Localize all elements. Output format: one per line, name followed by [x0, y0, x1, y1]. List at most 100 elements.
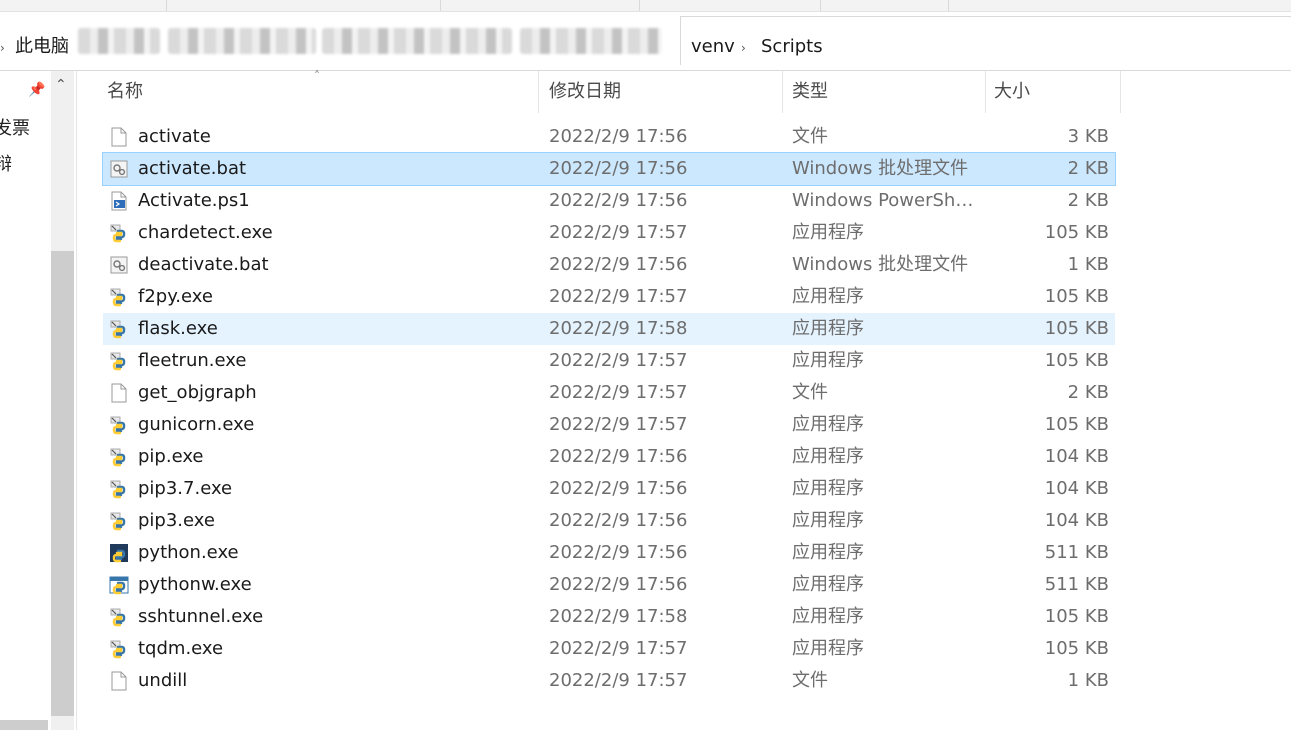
file-row[interactable]: flask.exe 2022/2/9 17:58 应用程序 105 KB: [103, 313, 1115, 345]
breadcrumb-scripts[interactable]: Scripts: [761, 38, 823, 56]
file-modified-date: 2022/2/9 17:56: [549, 478, 688, 499]
file-type: 文件: [792, 382, 828, 403]
file-row[interactable]: deactivate.bat 2022/2/9 17:56 Windows 批处理文…: [103, 249, 1115, 281]
file-row[interactable]: python.exe 2022/2/9 17:56 应用程序 511 KB: [103, 537, 1115, 569]
file-modified-date: 2022/2/9 17:56: [549, 190, 688, 211]
nav-scrollbar-thumb[interactable]: [51, 251, 74, 716]
file-type: Windows 批处理文件: [792, 158, 969, 179]
ribbon-divider: [820, 0, 821, 11]
python-launcher-icon: [109, 447, 129, 467]
file-row[interactable]: tqdm.exe 2022/2/9 17:57 应用程序 105 KB: [103, 633, 1115, 665]
python-launcher-icon: [109, 351, 129, 371]
file-type: Windows PowerShe...: [792, 190, 982, 211]
file-row[interactable]: activate 2022/2/9 17:56 文件 3 KB: [103, 121, 1115, 153]
file-type: 应用程序: [792, 350, 864, 371]
breadcrumb-venv[interactable]: venv: [691, 38, 735, 56]
file-modified-date: 2022/2/9 17:57: [549, 414, 688, 435]
file-modified-date: 2022/2/9 17:58: [549, 318, 688, 339]
file-name: flask.exe: [138, 318, 218, 339]
file-modified-date: 2022/2/9 17:57: [549, 638, 688, 659]
file-size: 2 KB: [1067, 382, 1109, 403]
python-launcher-icon: [109, 287, 129, 307]
file-modified-date: 2022/2/9 17:56: [549, 574, 688, 595]
file-type: 文件: [792, 126, 828, 147]
redacted-path: [520, 28, 662, 54]
file-type: 文件: [792, 670, 828, 691]
file-row[interactable]: chardetect.exe 2022/2/9 17:57 应用程序 105 KB: [103, 217, 1115, 249]
file-row[interactable]: fleetrun.exe 2022/2/9 17:57 应用程序 105 KB: [103, 345, 1115, 377]
file-row[interactable]: gunicorn.exe 2022/2/9 17:57 应用程序 105 KB: [103, 409, 1115, 441]
blank-file-icon: [109, 671, 129, 691]
file-name: python.exe: [138, 542, 239, 563]
file-row[interactable]: Activate.ps1 2022/2/9 17:56 Windows PowerS…: [103, 185, 1115, 217]
column-header-size[interactable]: 大小: [994, 71, 1030, 113]
file-type: 应用程序: [792, 606, 864, 627]
sort-ascending-icon: ˄: [314, 69, 320, 83]
breadcrumb-chevron-icon[interactable]: ›: [0, 41, 5, 55]
python-launcher-icon: [109, 639, 129, 659]
file-modified-date: 2022/2/9 17:56: [549, 446, 688, 467]
nav-item-partial[interactable]: 辩: [0, 150, 12, 176]
file-name: undill: [138, 670, 188, 691]
redacted-path: [322, 28, 512, 54]
nav-horizontal-scrollbar-thumb[interactable]: [0, 720, 48, 730]
file-size: 511 KB: [1044, 574, 1109, 595]
column-divider[interactable]: [985, 71, 986, 113]
file-type: 应用程序: [792, 318, 864, 339]
file-modified-date: 2022/2/9 17:56: [549, 158, 688, 179]
file-row[interactable]: pip.exe 2022/2/9 17:56 应用程序 104 KB: [103, 441, 1115, 473]
scroll-up-icon[interactable]: ⌃: [55, 77, 67, 93]
column-header-name[interactable]: 名称: [107, 71, 143, 113]
file-name: fleetrun.exe: [138, 350, 247, 371]
address-bar[interactable]: › 此电脑 venv › Scripts: [0, 12, 1291, 68]
file-modified-date: 2022/2/9 17:57: [549, 286, 688, 307]
file-row[interactable]: pip3.exe 2022/2/9 17:56 应用程序 104 KB: [103, 505, 1115, 537]
column-divider[interactable]: [1120, 71, 1121, 113]
file-name: activate: [138, 126, 211, 147]
python-console-icon: [109, 543, 129, 563]
file-type: 应用程序: [792, 638, 864, 659]
file-row[interactable]: undill 2022/2/9 17:57 文件 1 KB: [103, 665, 1115, 697]
column-divider[interactable]: [782, 71, 783, 113]
file-name: pip3.7.exe: [138, 478, 233, 499]
file-size: 105 KB: [1044, 350, 1109, 371]
breadcrumb-this-pc[interactable]: 此电脑: [15, 38, 69, 56]
breadcrumb-chevron-icon[interactable]: ›: [741, 41, 746, 55]
blank-file-icon: [109, 127, 129, 147]
file-modified-date: 2022/2/9 17:56: [549, 254, 688, 275]
ribbon-divider: [440, 0, 441, 11]
file-type: 应用程序: [792, 286, 864, 307]
ribbon-divider: [639, 0, 640, 11]
file-row[interactable]: pip3.7.exe 2022/2/9 17:56 应用程序 104 KB: [103, 473, 1115, 505]
file-modified-date: 2022/2/9 17:58: [549, 606, 688, 627]
file-name: tqdm.exe: [138, 638, 224, 659]
file-size: 2 KB: [1067, 190, 1109, 211]
nav-item-invoice[interactable]: 发票: [0, 114, 30, 140]
batch-file-icon: [109, 255, 129, 275]
file-name: gunicorn.exe: [138, 414, 255, 435]
file-size: 104 KB: [1044, 478, 1109, 499]
file-size: 2 KB: [1067, 158, 1109, 179]
file-modified-date: 2022/2/9 17:57: [549, 670, 688, 691]
file-size: 105 KB: [1044, 318, 1109, 339]
column-divider[interactable]: [538, 71, 539, 113]
file-size: 105 KB: [1044, 286, 1109, 307]
file-type: 应用程序: [792, 478, 864, 499]
column-header-type[interactable]: 类型: [792, 71, 828, 113]
file-size: 105 KB: [1044, 222, 1109, 243]
file-row[interactable]: pythonw.exe 2022/2/9 17:56 应用程序 511 KB: [103, 569, 1115, 601]
file-name: pythonw.exe: [138, 574, 252, 595]
file-name: activate.bat: [138, 158, 247, 179]
pin-icon[interactable]: 📌: [28, 82, 45, 98]
file-row[interactable]: sshtunnel.exe 2022/2/9 17:58 应用程序 105 KB: [103, 601, 1115, 633]
file-row[interactable]: f2py.exe 2022/2/9 17:57 应用程序 105 KB: [103, 281, 1115, 313]
column-header-date[interactable]: 修改日期: [549, 71, 621, 113]
navigation-pane[interactable]: 📌 发票 辩 ⌃: [0, 71, 77, 730]
file-modified-date: 2022/2/9 17:56: [549, 510, 688, 531]
file-size: 104 KB: [1044, 446, 1109, 467]
file-size: 1 KB: [1067, 254, 1109, 275]
file-name: pip.exe: [138, 446, 204, 467]
file-row[interactable]: get_objgraph 2022/2/9 17:57 文件 2 KB: [103, 377, 1115, 409]
file-row[interactable]: activate.bat 2022/2/9 17:56 Windows 批处理文件 2…: [102, 152, 1116, 186]
python-launcher-icon: [109, 415, 129, 435]
